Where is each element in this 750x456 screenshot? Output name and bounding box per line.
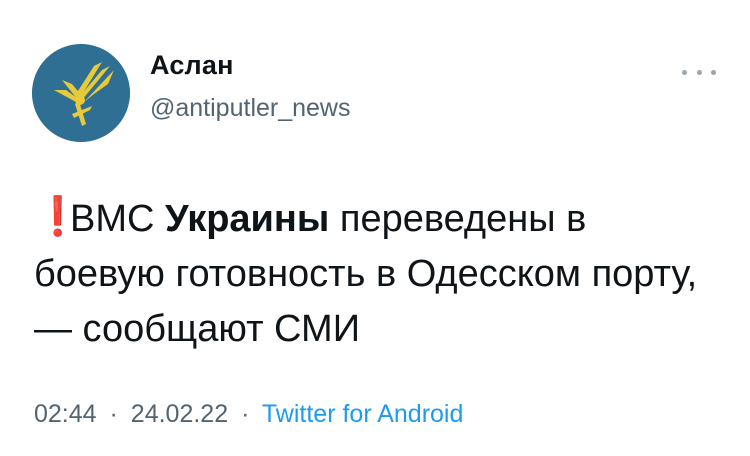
more-options-button[interactable] — [682, 62, 716, 82]
tweet-meta: 02:44 · 24.02.22 · Twitter for Android — [34, 402, 463, 427]
more-dots-icon — [696, 69, 702, 75]
meta-separator: · — [109, 400, 118, 428]
author-display-name[interactable]: Аслан — [150, 52, 234, 79]
exclamation-icon: ❗ — [34, 196, 82, 238]
tweet-text-bold: Украины — [165, 198, 330, 240]
tweet-date[interactable]: 24.02.22 — [131, 400, 228, 428]
tweet-source-link[interactable]: Twitter for Android — [262, 400, 463, 428]
avatar[interactable] — [32, 44, 130, 142]
meta-separator: · — [241, 400, 250, 428]
eagle-emblem-icon — [32, 44, 130, 142]
tweet-text: ❗ВМС Украины переведены в боевую готовно… — [34, 192, 724, 357]
author-handle[interactable]: @antiputler_news — [150, 96, 351, 121]
more-dots-icon — [711, 69, 716, 75]
more-dots-icon — [682, 69, 687, 75]
tweet-time[interactable]: 02:44 — [34, 400, 97, 428]
tweet-text-part1: ВМС — [70, 198, 165, 240]
tweet-card: Аслан @antiputler_news ❗ВМС Украины пере… — [0, 0, 750, 456]
